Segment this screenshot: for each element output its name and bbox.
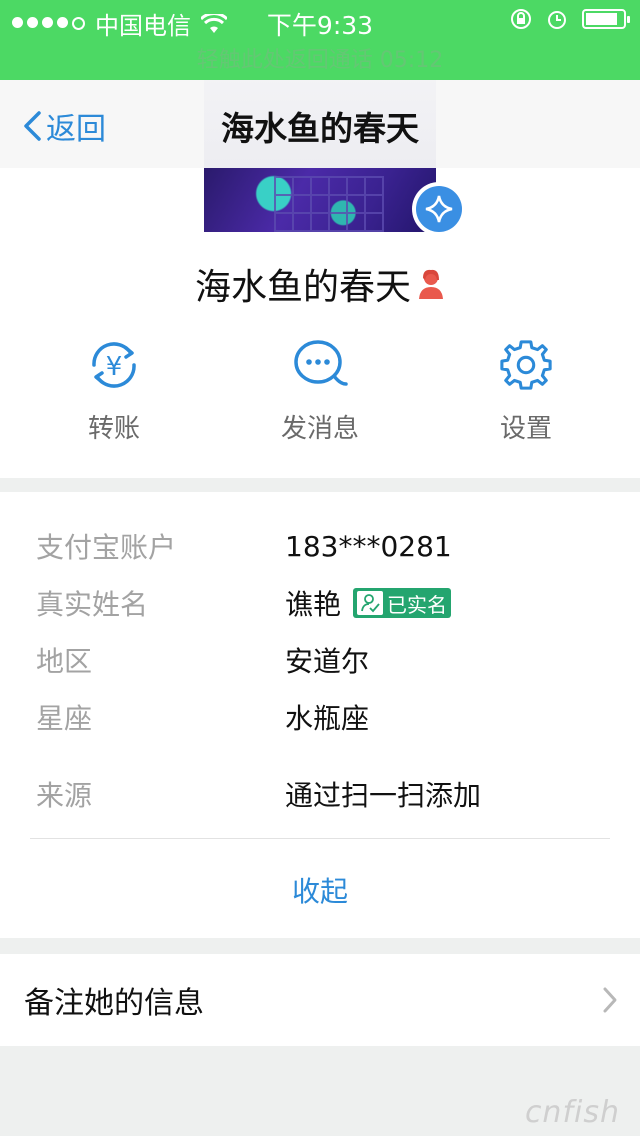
add-note-row[interactable]: 备注她的信息: [0, 954, 640, 1046]
avatar[interactable]: [204, 168, 436, 232]
svg-text:¥: ¥: [106, 352, 123, 382]
verified-label: 已实名: [387, 592, 448, 617]
info-row-region: 地区 安道尔: [36, 640, 369, 680]
page-title: 海水鱼的春天: [221, 109, 419, 148]
call-banner[interactable]: 轻触此处返回通话 05:12: [0, 42, 640, 74]
info-key: 支付宝账户: [36, 531, 177, 564]
action-row: ¥ 转账 发消息 设置: [0, 338, 640, 448]
info-row-source: 来源 通过扫一扫添加: [36, 774, 481, 814]
settings-button[interactable]: 设置: [446, 338, 606, 445]
verified-star-badge: [412, 182, 466, 236]
info-value: 通过扫一扫添加: [285, 779, 482, 812]
battery-icon: [582, 9, 630, 29]
navigation-bar: 返回 海水鱼的春天: [0, 80, 640, 169]
divider: [30, 838, 610, 839]
transfer-button[interactable]: ¥ 转账: [34, 338, 194, 445]
add-note-label: 备注她的信息: [24, 986, 204, 1021]
chat-bubble-icon: [294, 340, 348, 386]
info-row-real-name: 真实姓名 谯艳 已实名: [36, 583, 452, 623]
info-key: 地区: [36, 645, 93, 678]
status-bar: 中国电信 下午9:33 轻触此处返回通话 05:12: [0, 0, 640, 80]
sparkle-icon: [425, 195, 453, 223]
watermark: cnfish: [524, 1095, 620, 1130]
alarm-icon: [548, 11, 566, 29]
info-value-wrap: 谯艳 已实名: [285, 583, 452, 623]
info-key: 来源: [36, 779, 93, 812]
send-message-button[interactable]: 发消息: [240, 338, 400, 445]
female-user-icon: [419, 269, 443, 299]
profile-card: 海水鱼的春天 ¥ 转账 发消息 设置: [0, 168, 640, 478]
settings-label: 设置: [499, 414, 552, 444]
info-row-zodiac: 星座 水瓶座: [36, 697, 369, 737]
orientation-lock-icon: [511, 9, 531, 29]
info-key: 星座: [36, 702, 93, 735]
info-value: 谯艳: [285, 588, 342, 621]
gear-icon: [500, 340, 552, 390]
info-row-account: 支付宝账户 183***0281: [36, 526, 452, 566]
profile-name-row: 海水鱼的春天: [0, 258, 640, 310]
verified-badge: 已实名: [353, 588, 452, 618]
info-value: 水瓶座: [285, 702, 370, 735]
transfer-label: 转账: [87, 414, 140, 444]
chevron-right-icon: [603, 987, 617, 1013]
profile-name: 海水鱼的春天: [194, 267, 411, 308]
send-message-label: 发消息: [280, 414, 359, 444]
info-value: 183***0281: [285, 529, 452, 563]
status-right: [510, 8, 630, 30]
verified-user-icon: [357, 591, 384, 615]
info-value: 安道尔: [285, 645, 370, 678]
account-info-card: 支付宝账户 183***0281 真实姓名 谯艳 已实名 地区 安道尔 星座 水…: [0, 492, 640, 938]
transfer-yuan-icon: ¥: [92, 342, 136, 388]
collapse-button[interactable]: 收起: [0, 870, 640, 910]
info-key: 真实姓名: [36, 588, 149, 621]
